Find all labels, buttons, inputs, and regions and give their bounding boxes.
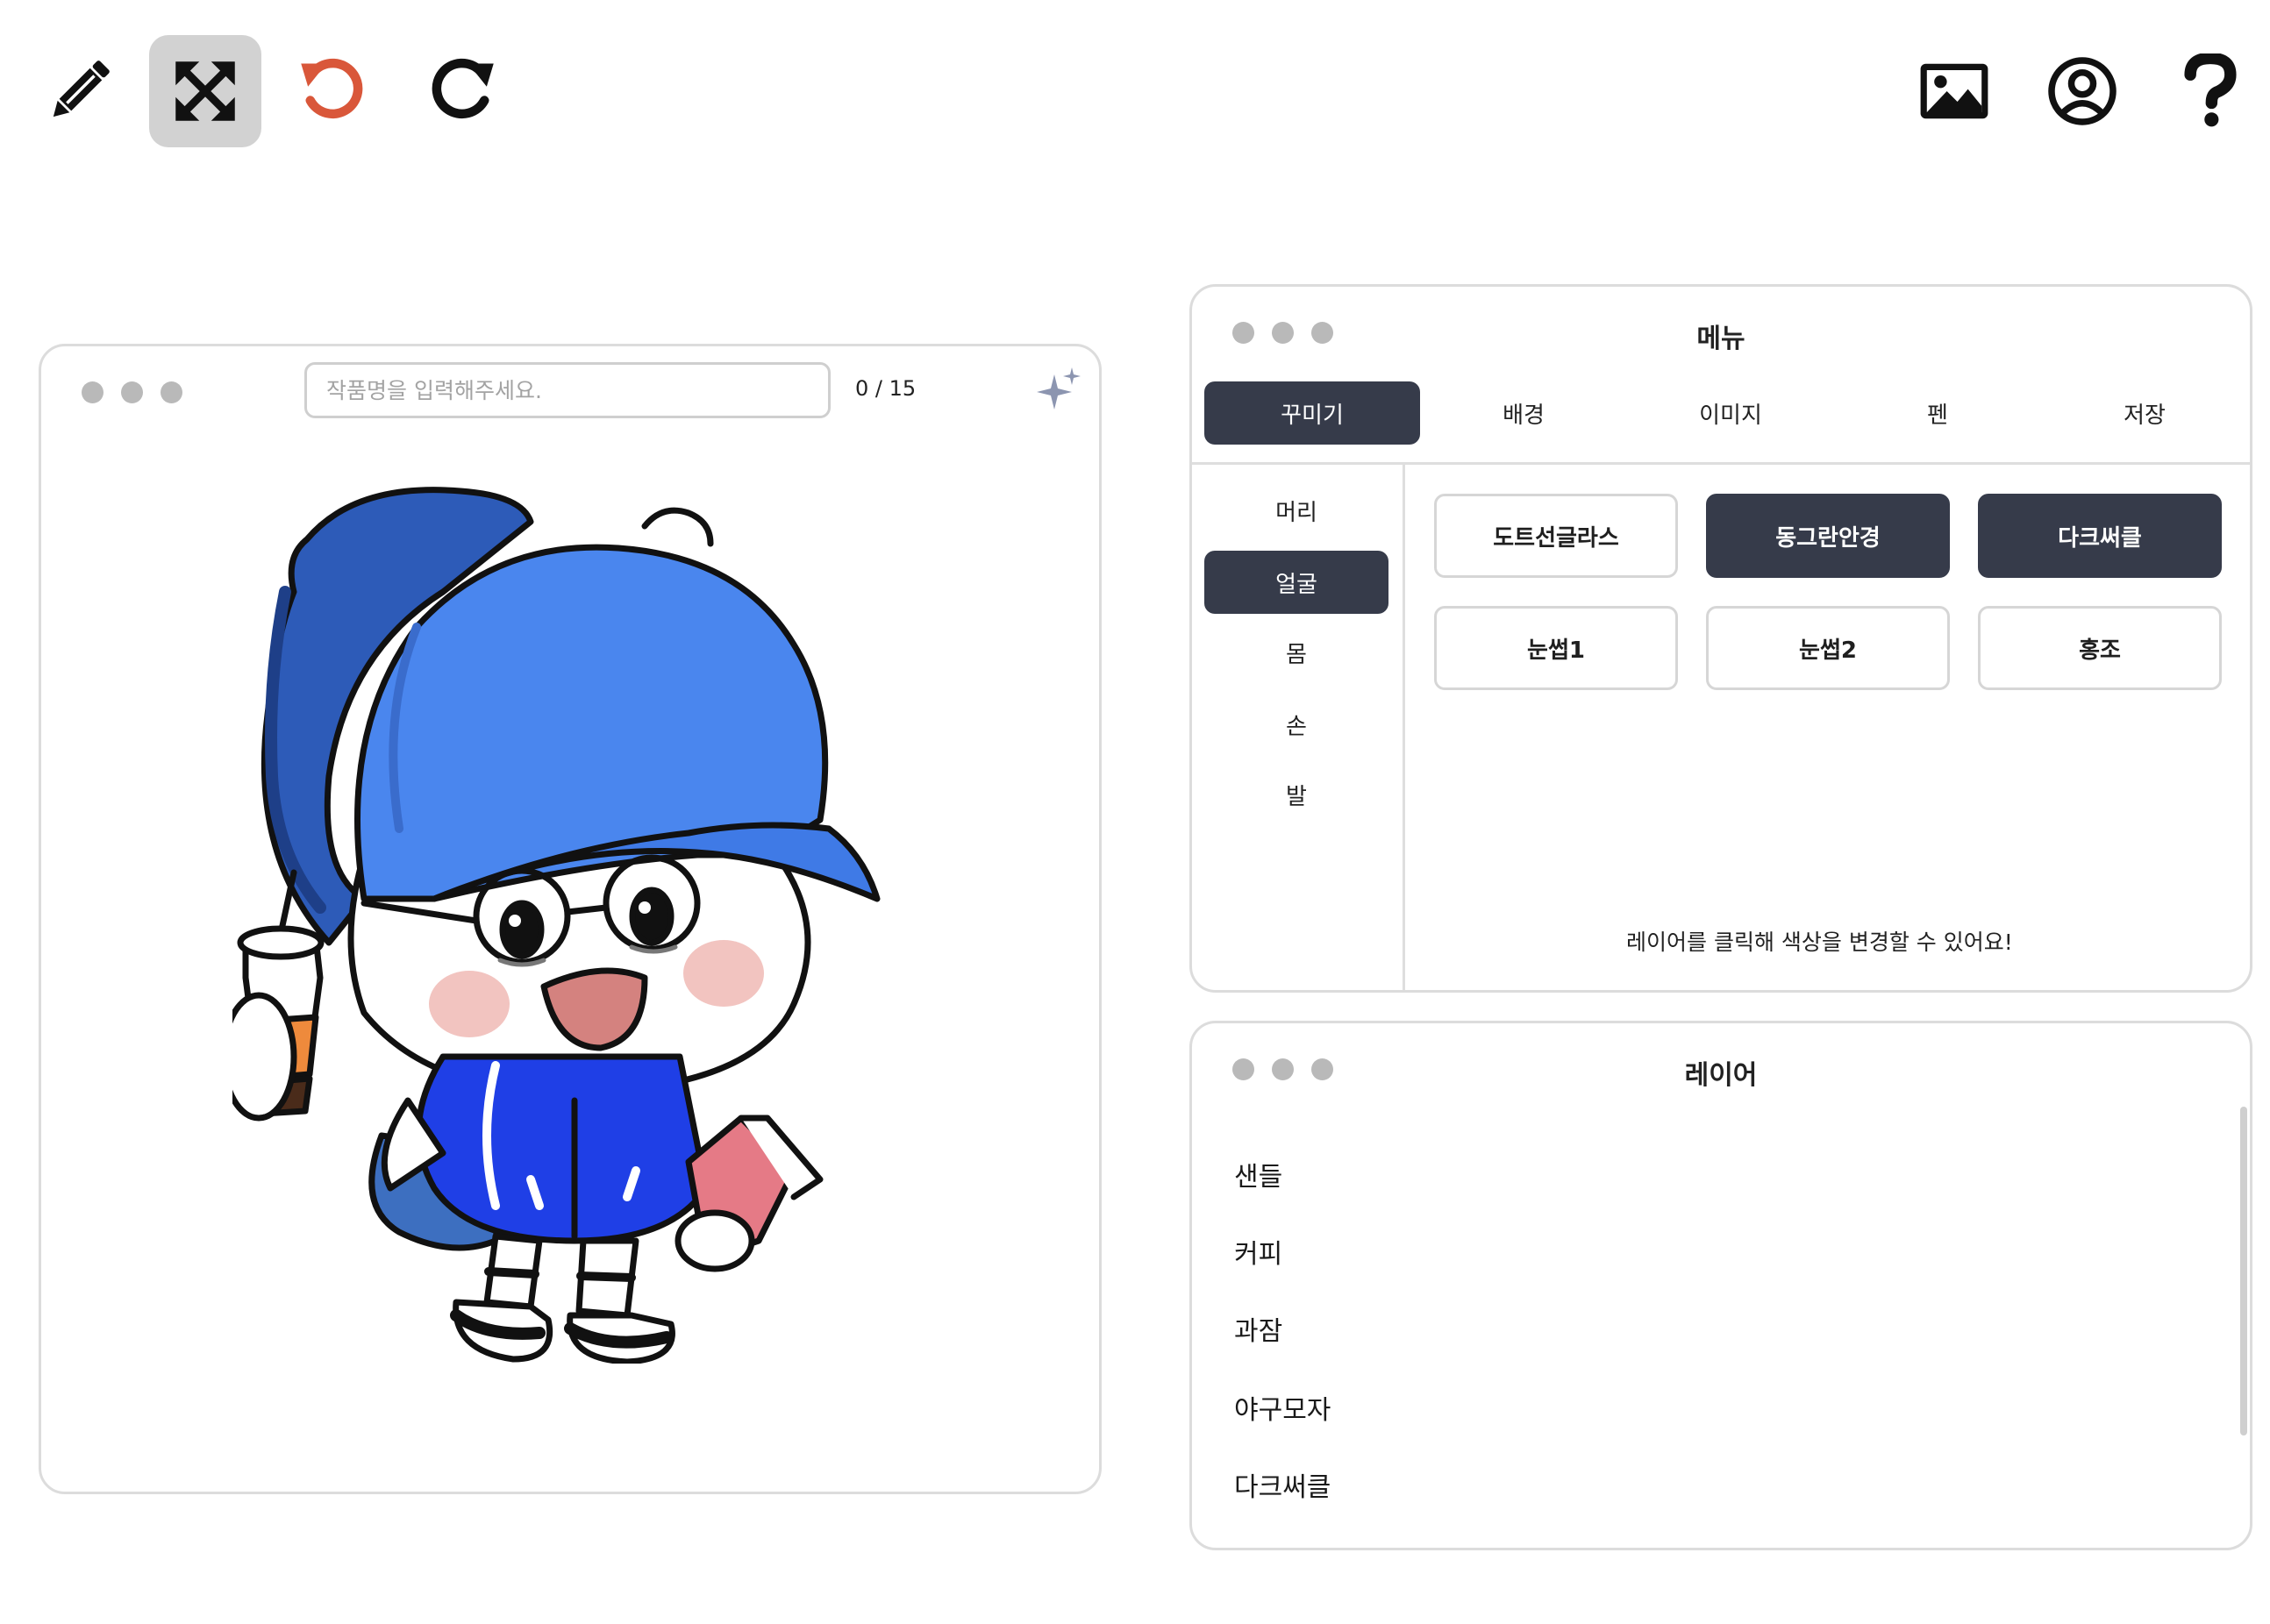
layer-item-partial[interactable] <box>1234 1535 1366 1548</box>
move-tool-button[interactable] <box>149 35 261 147</box>
option-round-glasses[interactable]: 동그란안경 <box>1706 494 1950 578</box>
undo-button[interactable] <box>277 35 389 147</box>
category-foot[interactable]: 발 <box>1204 763 1388 826</box>
user-icon <box>2048 57 2117 125</box>
option-dot-sunglasses[interactable]: 도트선글라스 <box>1434 494 1678 578</box>
menu-tabs: 꾸미기 배경 이미지 펜 저장 <box>1204 381 2248 445</box>
option-eyebrow-1[interactable]: 눈썹1 <box>1434 606 1678 690</box>
window-dot <box>82 381 104 403</box>
image-button[interactable] <box>1898 35 2010 147</box>
category-hair[interactable]: 머리 <box>1204 479 1388 542</box>
question-icon <box>2184 53 2237 127</box>
layer-window-title: 레이어 <box>1684 1060 1758 1091</box>
move-arrows-icon <box>175 61 235 121</box>
option-eyebrow-2[interactable]: 눈썹2 <box>1706 606 1950 690</box>
layer-color-hint: 레이어를 클릭해 색상을 변경할 수 있어요! <box>1626 930 2013 955</box>
undo-icon <box>301 58 363 119</box>
window-dot <box>161 381 182 403</box>
layer-item-baseball-cap[interactable]: 야구모자 <box>1234 1388 1331 1427</box>
pencil-icon <box>53 61 110 118</box>
layer-item-sandals[interactable]: 샌들 <box>1234 1155 1282 1193</box>
menu-window-title: 메뉴 <box>1696 324 1745 354</box>
option-blush[interactable]: 홍조 <box>1978 606 2222 690</box>
category-body[interactable]: 몸 <box>1204 621 1388 684</box>
menu-window: 메뉴 꾸미기 배경 이미지 펜 저장 머리 얼굴 몸 손 발 도트선글라스 동그… <box>1189 284 2252 993</box>
layer-scrollbar[interactable] <box>2240 1107 2247 1435</box>
category-face[interactable]: 얼굴 <box>1204 551 1388 614</box>
layer-item-dark-circles[interactable]: 다크써클 <box>1234 1465 1331 1504</box>
help-button[interactable] <box>2154 35 2266 147</box>
pencil-tool-button[interactable] <box>23 35 135 147</box>
image-icon <box>1920 63 1988 119</box>
tab-background[interactable]: 배경 <box>1420 381 1627 445</box>
profile-button[interactable] <box>2026 35 2138 147</box>
tab-save[interactable]: 저장 <box>2041 381 2248 445</box>
option-dark-circles[interactable]: 다크써클 <box>1978 494 2222 578</box>
tab-decorate[interactable]: 꾸미기 <box>1204 381 1420 445</box>
title-char-counter: 0 / 15 <box>855 376 917 401</box>
artwork-title-input[interactable] <box>304 362 831 418</box>
sparkle-icon[interactable] <box>1037 367 1082 413</box>
tab-image[interactable]: 이미지 <box>1627 381 1834 445</box>
tab-pen[interactable]: 펜 <box>1834 381 2041 445</box>
layer-window: 레이어 샌들 커피 과잠 야구모자 다크써클 <box>1189 1021 2252 1550</box>
layer-item-coffee[interactable]: 커피 <box>1234 1232 1282 1271</box>
character-illustration[interactable] <box>232 487 952 1364</box>
canvas-window: 0 / 15 <box>39 344 1102 1494</box>
category-sidebar: 머리 얼굴 몸 손 발 <box>1192 465 1405 990</box>
layer-item-jacket[interactable]: 과잠 <box>1234 1309 1282 1348</box>
window-dots <box>82 381 182 403</box>
redo-button[interactable] <box>405 35 518 147</box>
category-hand[interactable]: 손 <box>1204 693 1388 756</box>
window-dot <box>121 381 143 403</box>
redo-icon <box>432 58 494 119</box>
